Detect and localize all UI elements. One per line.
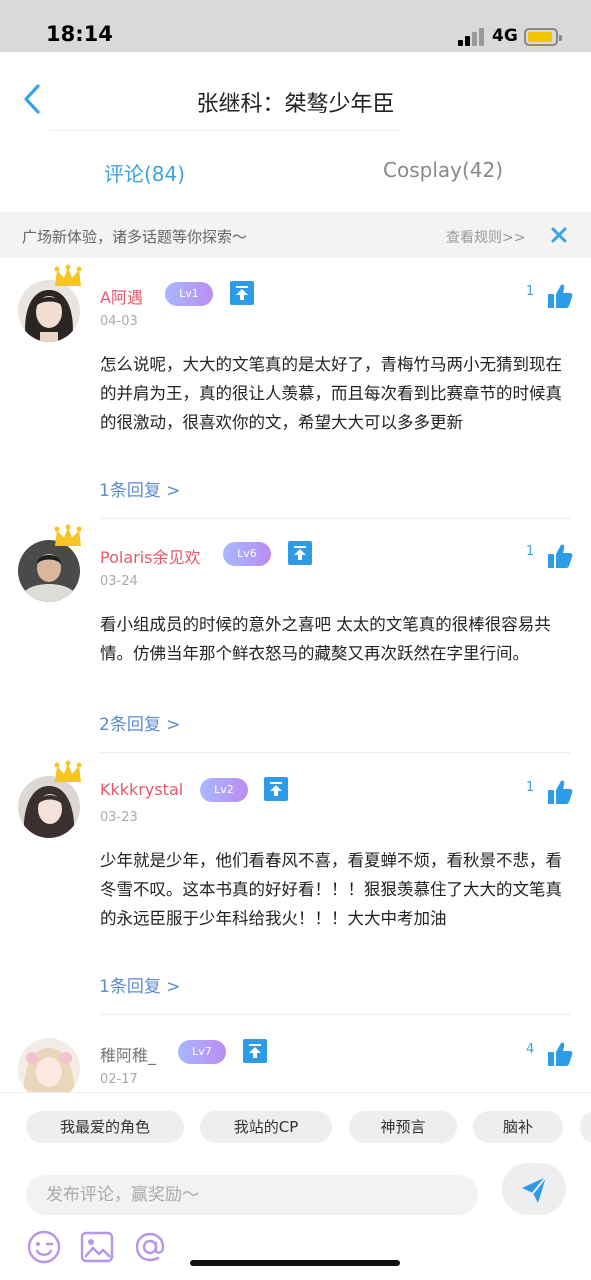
comment-text: 少年就是少年，他们看春风不喜，看夏蝉不烦，看秋景不悲，看冬雪不叹。这本书真的好好… xyxy=(100,851,562,928)
home-indicator xyxy=(190,1260,400,1266)
battery-icon xyxy=(524,28,562,46)
close-notice-button[interactable] xyxy=(547,223,571,247)
divider xyxy=(99,518,571,519)
comment-date: 03-24 xyxy=(100,574,138,589)
level-badge: Lv2 xyxy=(200,778,248,802)
header: 张继科：桀骜少年臣 xyxy=(0,52,591,130)
status-bar: 18:14 4G xyxy=(0,0,591,52)
topic-chip[interactable]: 我站的CP xyxy=(200,1111,332,1143)
upgrade-icon xyxy=(288,541,312,565)
thumbs-up-icon[interactable] xyxy=(546,778,574,806)
username[interactable]: Polaris余见欢 xyxy=(100,544,200,568)
crown-icon xyxy=(54,264,82,286)
divider xyxy=(50,130,401,131)
notice-text: 广场新体验，诸多话题等你探索～ xyxy=(22,228,248,246)
status-time: 18:14 xyxy=(46,22,113,46)
comment-input[interactable] xyxy=(26,1175,478,1215)
emoji-icon[interactable] xyxy=(26,1229,62,1265)
like-count: 4 xyxy=(526,1042,535,1057)
upgrade-icon xyxy=(243,1039,267,1063)
close-icon xyxy=(551,227,567,243)
avatar[interactable] xyxy=(18,1038,80,1092)
username[interactable]: A阿遇 xyxy=(100,284,143,308)
level-badge: Lv6 xyxy=(223,542,271,566)
thumbs-up-icon[interactable] xyxy=(546,1040,574,1068)
thumbs-up-icon[interactable] xyxy=(546,542,574,570)
level-badge: Lv1 xyxy=(165,282,213,306)
page-title: 张继科：桀骜少年臣 xyxy=(196,92,395,117)
upgrade-icon xyxy=(230,281,254,305)
mention-icon[interactable] xyxy=(132,1229,168,1265)
topic-chip[interactable]: 神预言 xyxy=(349,1111,457,1143)
comment-composer: 我最爱的角色 我站的CP 神预言 脑补 xyxy=(0,1092,591,1280)
network-label: 4G xyxy=(492,26,518,46)
comment-date: 03-23 xyxy=(100,810,138,825)
comment-item: Kkkkrystal Lv2 03-23 1 少年就是少年，他们看春风不喜，看夏… xyxy=(0,760,591,1016)
tab-bar: 评论(84) Cosplay(42) xyxy=(0,150,591,196)
comment-date: 04-03 xyxy=(100,314,138,329)
notice-banner: 广场新体验，诸多话题等你探索～ 查看规则>> xyxy=(0,212,591,258)
send-icon xyxy=(522,1176,547,1203)
comment-item: 稚阿稚_ Lv7 02-17 4 xyxy=(0,1030,591,1092)
send-button[interactable] xyxy=(502,1163,566,1215)
comment-text: 看小组成员的时候的意外之喜吧 太太的文笔真的很棒很容易共情。仿佛当年那个鲜衣怒马… xyxy=(100,615,551,663)
comment-item: Polaris余见欢 Lv6 03-24 1 看小组成员的时候的意外之喜吧 太太… xyxy=(0,524,591,756)
divider xyxy=(99,752,571,753)
username[interactable]: Kkkkrystal xyxy=(100,780,183,799)
comment-date: 02-17 xyxy=(100,1072,138,1087)
tab-cosplay[interactable]: Cosplay(42) xyxy=(383,158,503,182)
like-count: 1 xyxy=(526,780,535,795)
crown-icon xyxy=(54,524,82,546)
replies-link[interactable]: 1条回复 > xyxy=(99,476,180,501)
thumbs-up-icon[interactable] xyxy=(546,282,574,310)
replies-link[interactable]: 2条回复 > xyxy=(99,710,180,735)
signal-icon xyxy=(458,28,486,46)
username[interactable]: 稚阿稚_ xyxy=(100,1042,156,1066)
topic-chip[interactable]: 脑补 xyxy=(473,1111,563,1143)
tab-comments[interactable]: 评论(84) xyxy=(104,158,185,187)
comment-item: A阿遇 Lv1 04-03 1 怎么说呢，大大的文笔真的是太好了，青梅竹马两小无… xyxy=(0,264,591,520)
upgrade-icon xyxy=(264,777,288,801)
crown-icon xyxy=(54,760,82,782)
replies-link[interactable]: 1条回复 > xyxy=(99,972,180,997)
comment-text: 怎么说呢，大大的文笔真的是太好了，青梅竹马两小无猜到现在的并肩为王，真的很让人羡… xyxy=(100,355,562,432)
divider xyxy=(99,1014,571,1015)
like-count: 1 xyxy=(526,284,535,299)
image-icon[interactable] xyxy=(79,1229,115,1265)
topic-chip-more[interactable] xyxy=(580,1111,591,1143)
view-rules-link[interactable]: 查看规则>> xyxy=(446,227,525,247)
like-count: 1 xyxy=(526,544,535,559)
level-badge: Lv7 xyxy=(178,1040,226,1064)
topic-chip[interactable]: 我最爱的角色 xyxy=(26,1111,184,1143)
